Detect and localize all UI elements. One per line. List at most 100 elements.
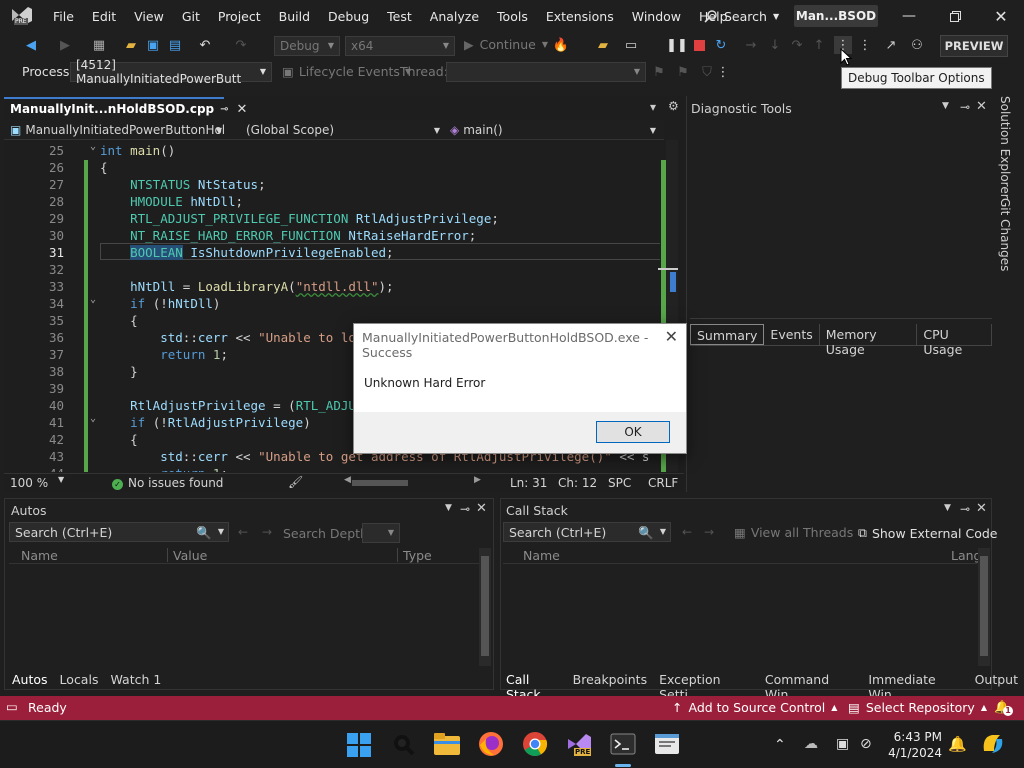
- search-icon[interactable]: [392, 733, 416, 757]
- menu-debug[interactable]: Debug: [319, 9, 378, 24]
- back-icon[interactable]: ◀: [22, 36, 40, 54]
- copilot-icon[interactable]: [980, 731, 1006, 757]
- thread-combo[interactable]: ▼: [446, 62, 646, 82]
- issues-status[interactable]: No issues found: [128, 476, 223, 490]
- notifications-button[interactable]: 🔔 1: [994, 699, 1013, 716]
- firefox-icon[interactable]: [478, 731, 504, 757]
- new-project-icon[interactable]: ▦: [90, 36, 108, 54]
- scroll-right-icon[interactable]: ▶: [474, 475, 481, 485]
- code-line[interactable]: 29 RTL_ADJUST_PRIVILEGE_FUNCTION RtlAdju…: [4, 210, 660, 227]
- display-icon[interactable]: ▣: [836, 736, 849, 752]
- visual-studio-logo-icon[interactable]: PRE: [10, 5, 34, 27]
- menu-window[interactable]: Window: [623, 9, 690, 24]
- ok-button[interactable]: OK: [596, 421, 670, 443]
- solution-name-badge[interactable]: Man...BSOD: [794, 5, 878, 27]
- file-explorer-icon[interactable]: [434, 733, 460, 755]
- column-language[interactable]: Lang: [951, 548, 981, 563]
- fold-toggle-icon[interactable]: ⌄: [90, 141, 96, 152]
- chrome-icon[interactable]: [522, 731, 548, 757]
- member-combo[interactable]: ◈ main() ▼: [450, 122, 660, 138]
- forward-icon[interactable]: ▶: [56, 36, 74, 54]
- live-share-icon[interactable]: ⚇: [908, 36, 926, 54]
- menu-edit[interactable]: Edit: [83, 9, 125, 24]
- close-icon[interactable]: ✕: [976, 99, 987, 114]
- line-ending-status[interactable]: CRLF: [648, 476, 678, 490]
- code-line[interactable]: 30 NT_RAISE_HARD_ERROR_FUNCTION NtRaiseH…: [4, 227, 660, 244]
- tab-breakpoints[interactable]: Breakpoints: [567, 670, 653, 690]
- menu-analyze[interactable]: Analyze: [421, 9, 488, 24]
- open-folder-icon[interactable]: ▰: [122, 36, 140, 54]
- redo-icon[interactable]: ↷: [232, 36, 250, 54]
- code-line[interactable]: 26 {: [4, 159, 660, 176]
- pin-icon[interactable]: ⊸: [220, 104, 228, 115]
- tab-output[interactable]: Output: [969, 670, 1024, 690]
- clock[interactable]: 6:43 PM 4/1/2024: [882, 729, 942, 761]
- show-external-code-button[interactable]: ⧉ Show External Code: [858, 525, 997, 541]
- tab-watch-1[interactable]: Watch 1: [104, 670, 167, 690]
- tab-events[interactable]: Events: [764, 324, 820, 345]
- zoom-level[interactable]: 100 %: [10, 476, 48, 490]
- call-stack-vertical-scrollbar[interactable]: [978, 548, 990, 666]
- column-type[interactable]: Type: [403, 548, 432, 563]
- flag-icon[interactable]: ⚑: [650, 63, 668, 81]
- hot-reload-icon[interactable]: 🔥: [552, 36, 570, 54]
- add-to-source-control-button[interactable]: ↑ Add to Source Control ▲: [672, 700, 837, 715]
- chevron-down-icon[interactable]: ▼: [445, 503, 452, 513]
- toolbar-overflow-icon[interactable]: ⋮: [856, 36, 874, 54]
- menu-project[interactable]: Project: [209, 9, 270, 24]
- code-line[interactable]: 33 hNtDll = LoadLibraryA("ntdll.dll");: [4, 278, 660, 295]
- onedrive-icon[interactable]: ☁: [804, 736, 818, 752]
- chevron-down-icon[interactable]: ▼: [942, 101, 949, 111]
- menu-extensions[interactable]: Extensions: [537, 9, 623, 24]
- bell-icon[interactable]: 🔔: [948, 735, 967, 753]
- preview-button[interactable]: PREVIEW: [940, 35, 1008, 57]
- search-back-icon[interactable]: ←: [682, 525, 692, 539]
- column-name[interactable]: Name: [21, 548, 58, 563]
- search-back-icon[interactable]: ←: [238, 525, 248, 539]
- tab-memory-usage[interactable]: Memory Usage: [820, 324, 918, 357]
- code-line[interactable]: 34 if (!hNtDll): [4, 295, 660, 312]
- toolbar-overflow-icon[interactable]: ⋮: [714, 63, 732, 81]
- maximize-button[interactable]: [932, 0, 978, 32]
- code-line[interactable]: 32: [4, 261, 660, 278]
- solution-explorer-tab[interactable]: Solution Explorer: [998, 96, 1012, 199]
- tab-command-win[interactable]: Command Win...: [759, 670, 862, 702]
- lifecycle-events-button[interactable]: ▣ Lifecycle Events ▼: [282, 64, 411, 79]
- column-name[interactable]: Name: [523, 548, 560, 563]
- platform-combo[interactable]: x64 ▼: [345, 36, 455, 56]
- menu-test[interactable]: Test: [378, 9, 421, 24]
- autos-vertical-scrollbar[interactable]: [479, 548, 491, 666]
- windows-start-icon[interactable]: [347, 733, 371, 757]
- app-window-icon[interactable]: [654, 731, 680, 757]
- configuration-combo[interactable]: Debug ▼: [274, 36, 340, 56]
- call-stack-search-input[interactable]: Search (Ctrl+E) 🔍 ▼: [503, 522, 671, 542]
- column-value[interactable]: Value: [173, 548, 207, 563]
- chevron-up-icon[interactable]: ⌃: [774, 737, 786, 753]
- layout-icon[interactable]: ▭: [622, 36, 640, 54]
- tab-cpu-usage[interactable]: CPU Usage: [917, 324, 992, 357]
- menu-file[interactable]: File: [44, 9, 83, 24]
- save-icon[interactable]: ▣: [144, 36, 162, 54]
- document-tab[interactable]: ManuallyInit...nHoldBSOD.cpp ⊸ ✕: [4, 97, 247, 119]
- column-number-status[interactable]: Ch: 12: [558, 476, 597, 490]
- process-combo[interactable]: [4512] ManuallyInitiatedPowerButt ▼: [70, 58, 272, 86]
- line-number-status[interactable]: Ln: 31: [510, 476, 547, 490]
- pin-icon[interactable]: ⊸: [960, 502, 970, 516]
- close-icon[interactable]: ✕: [476, 501, 487, 516]
- view-all-threads-button[interactable]: ▦ View all Threads: [734, 525, 853, 540]
- tab-summary[interactable]: Summary: [690, 324, 765, 345]
- save-all-icon[interactable]: ▤: [166, 36, 184, 54]
- show-next-statement-icon[interactable]: →: [742, 36, 760, 54]
- gear-icon[interactable]: ⚙: [668, 99, 679, 113]
- search-forward-icon[interactable]: →: [262, 525, 272, 539]
- select-repository-button[interactable]: ▤ Select Repository ▲: [848, 700, 987, 715]
- menu-tools[interactable]: Tools: [488, 9, 537, 24]
- tab-list-icon[interactable]: ▾: [650, 100, 656, 114]
- visual-studio-taskbar-icon[interactable]: PRE: [566, 731, 592, 757]
- tab-exception-setti[interactable]: Exception Setti...: [653, 670, 759, 702]
- code-line[interactable]: 28 HMODULE hNtDll;: [4, 193, 660, 210]
- menu-view[interactable]: View: [125, 9, 173, 24]
- code-line[interactable]: 31 BOOLEAN IsShutdownPrivilegeEnabled;: [4, 244, 660, 261]
- fold-toggle-icon[interactable]: ⌄: [90, 294, 96, 305]
- project-combo[interactable]: ▣ ManuallyInitiatedPowerButtonHol ▼: [10, 122, 226, 138]
